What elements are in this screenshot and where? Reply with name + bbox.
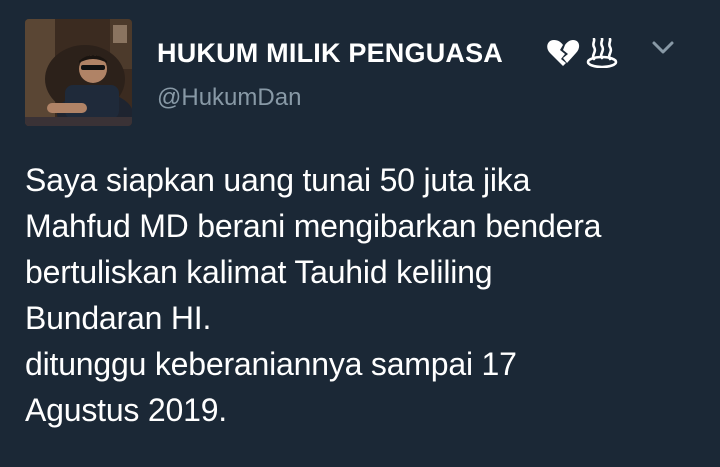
tweet-text: Saya siapkan uang tunai 50 juta jika Mah…: [25, 157, 705, 433]
author-handle[interactable]: @HukumDan: [157, 84, 301, 112]
hot-springs-icon: [586, 38, 618, 68]
broken-heart-icon: [547, 40, 580, 66]
tweet-text-line: Bundaran HI.: [25, 300, 212, 336]
tweet-text-line: Saya siapkan uang tunai 50 juta jika: [25, 162, 531, 198]
avatar-photo: [25, 19, 132, 126]
tweet-card: HUKUM MILIK PENGUASA @HukumDan Saya siap…: [0, 0, 720, 467]
chevron-down-icon[interactable]: [650, 38, 676, 58]
display-name[interactable]: HUKUM MILIK PENGUASA: [157, 38, 503, 69]
tweet-text-line: Agustus 2019.: [25, 392, 227, 428]
avatar[interactable]: [25, 19, 132, 126]
tweet-text-line: Mahfud MD berani mengibarkan bendera: [25, 208, 602, 244]
tweet-text-line: bertuliskan kalimat Tauhid keliling: [25, 254, 493, 290]
tweet-text-line: ditunggu keberaniannya sampai 17: [25, 346, 517, 382]
